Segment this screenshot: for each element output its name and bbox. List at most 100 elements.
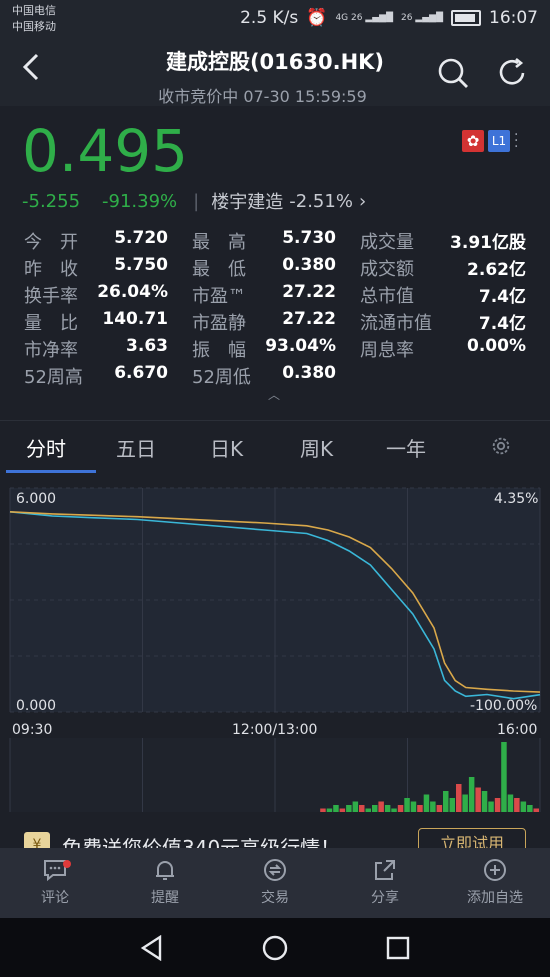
stat-value: 2.62亿: [467, 260, 526, 280]
price-change: -5.255: [22, 190, 81, 212]
volume-bar: [507, 794, 514, 812]
chevron-up-icon[interactable]: ︿: [268, 386, 280, 403]
nav-home-icon[interactable]: [262, 935, 288, 961]
stat-label: 成交量: [360, 232, 414, 253]
stat-value: 5.750: [114, 255, 168, 275]
notification-dot: [63, 860, 71, 868]
active-tab-indicator: [6, 470, 96, 473]
stat-label: 最 高: [192, 232, 246, 253]
last-price: 0.495: [22, 117, 189, 185]
network-speed: 2.5 K/s: [240, 8, 299, 28]
stat-value: 0.380: [282, 255, 336, 275]
volume-bar: [333, 805, 339, 812]
stat-label: 总市值: [360, 286, 414, 307]
pct-max-label: 4.35%: [494, 491, 539, 507]
volume-bar: [443, 791, 449, 812]
stat-label: 流通市值: [360, 313, 432, 334]
stat-label: 今 开: [24, 232, 78, 253]
stat-label: 市盈™: [192, 286, 246, 307]
gear-icon[interactable]: [490, 435, 512, 457]
refresh-icon: [499, 57, 525, 85]
price-change-pct: -91.39%: [102, 190, 178, 212]
battery-icon: [451, 10, 481, 26]
share-icon: [375, 860, 395, 880]
tab-intraday[interactable]: 分时: [26, 433, 66, 462]
chevron-right-icon[interactable]: ›: [359, 191, 366, 212]
sector-change: -2.51%: [289, 190, 353, 212]
volume-bar: [430, 801, 436, 812]
stat-value: 140.71: [102, 309, 168, 329]
volume-bar: [449, 798, 455, 812]
bell-icon: [156, 861, 174, 880]
stat-value: 5.730: [282, 228, 336, 248]
stat-value: 3.63: [126, 336, 168, 356]
volume-bar: [520, 801, 527, 812]
trade-button[interactable]: 交易: [235, 858, 315, 907]
volume-bar: [404, 798, 410, 812]
stat-value: 26.04%: [97, 282, 168, 302]
stat-label: 成交额: [360, 259, 414, 280]
change-row: -5.255 -91.39% | 楼宇建造 -2.51% ›: [22, 188, 366, 214]
tab-five-day[interactable]: 五日: [116, 433, 156, 462]
volume-bar: [527, 805, 533, 812]
stats-row: 市净率 3.63 振 幅 93.04% 周息率 0.00%: [0, 336, 550, 363]
volume-bar: [514, 798, 520, 812]
volume-bar: [533, 808, 539, 812]
volume-bar: [410, 801, 417, 812]
reminder-button[interactable]: 提醒: [125, 858, 205, 907]
nav-recents-icon[interactable]: [386, 936, 410, 960]
volume-bar: [372, 805, 378, 812]
search-icon: [438, 58, 468, 88]
refresh-button[interactable]: [496, 56, 530, 90]
nav-label-trade: 交易: [261, 890, 289, 906]
y-max-label: 6.000: [16, 491, 57, 507]
stat-label: 52周高: [24, 367, 83, 388]
tab-one-year[interactable]: 一年: [386, 433, 426, 462]
volume-bar: [397, 805, 404, 812]
sector-link[interactable]: 楼宇建造: [211, 188, 283, 214]
volume-bar: [488, 801, 494, 812]
search-button[interactable]: [436, 56, 470, 90]
signal-icon-2: 26 ▂▄▆█: [401, 13, 443, 23]
x-label-open: 09:30: [12, 722, 53, 738]
clock: 16:07: [489, 8, 538, 28]
market-badges[interactable]: ✿ L1 · · ·: [462, 128, 520, 154]
y-min-label: 0.000: [16, 698, 57, 714]
comment-button[interactable]: 评论: [15, 858, 95, 907]
add-watchlist-button[interactable]: 添加自选: [455, 858, 535, 907]
stat-value: 5.720: [114, 228, 168, 248]
volume-bar: [494, 798, 501, 812]
hk-flag-icon: ✿: [462, 130, 484, 152]
trade-icon: [264, 859, 286, 881]
alarm-icon: ⏰: [306, 8, 328, 28]
nav-back-icon[interactable]: [140, 935, 164, 961]
stats-row: 今 开 5.720 最 高 5.730 成交量 3.91亿股: [0, 228, 550, 255]
stat-value: 93.04%: [265, 336, 336, 356]
tab-weekly-k[interactable]: 周K: [300, 433, 333, 462]
volume-bar: [326, 808, 333, 812]
nav-label-comment: 评论: [41, 890, 69, 906]
stat-label: 换手率: [24, 286, 78, 307]
volume-bar: [475, 787, 481, 812]
share-button[interactable]: 分享: [345, 858, 425, 907]
stat-label: 52周低: [192, 367, 251, 388]
divider: |: [193, 190, 200, 212]
volume-bar: [456, 784, 462, 812]
volume-bar: [468, 777, 475, 812]
volume-bar: [391, 808, 397, 812]
nav-label-reminder: 提醒: [151, 890, 179, 906]
volume-bar: [346, 805, 352, 812]
x-label-close: 16:00: [497, 722, 538, 738]
tab-daily-k[interactable]: 日K: [210, 433, 243, 462]
quote-panel: 0.495 ✿ L1 · · · -5.255 -91.39% | 楼宇建造 -2.…: [0, 106, 550, 411]
intraday-chart[interactable]: 6.000 4.35% 0.000 -100.00% 09:30 12:00/1…: [0, 480, 550, 850]
pct-min-label: -100.00%: [470, 698, 538, 714]
carrier-2: 中国移动: [12, 20, 56, 33]
system-navigation-bar: [0, 918, 550, 977]
stats-row: 换手率 26.04% 市盈™ 27.22 总市值 7.4亿: [0, 282, 550, 309]
stat-value: 0.00%: [467, 336, 526, 356]
volume-bar: [423, 794, 430, 812]
volume-bar: [436, 805, 443, 812]
stat-value: 0.380: [282, 363, 336, 383]
volume-bar: [339, 808, 346, 812]
